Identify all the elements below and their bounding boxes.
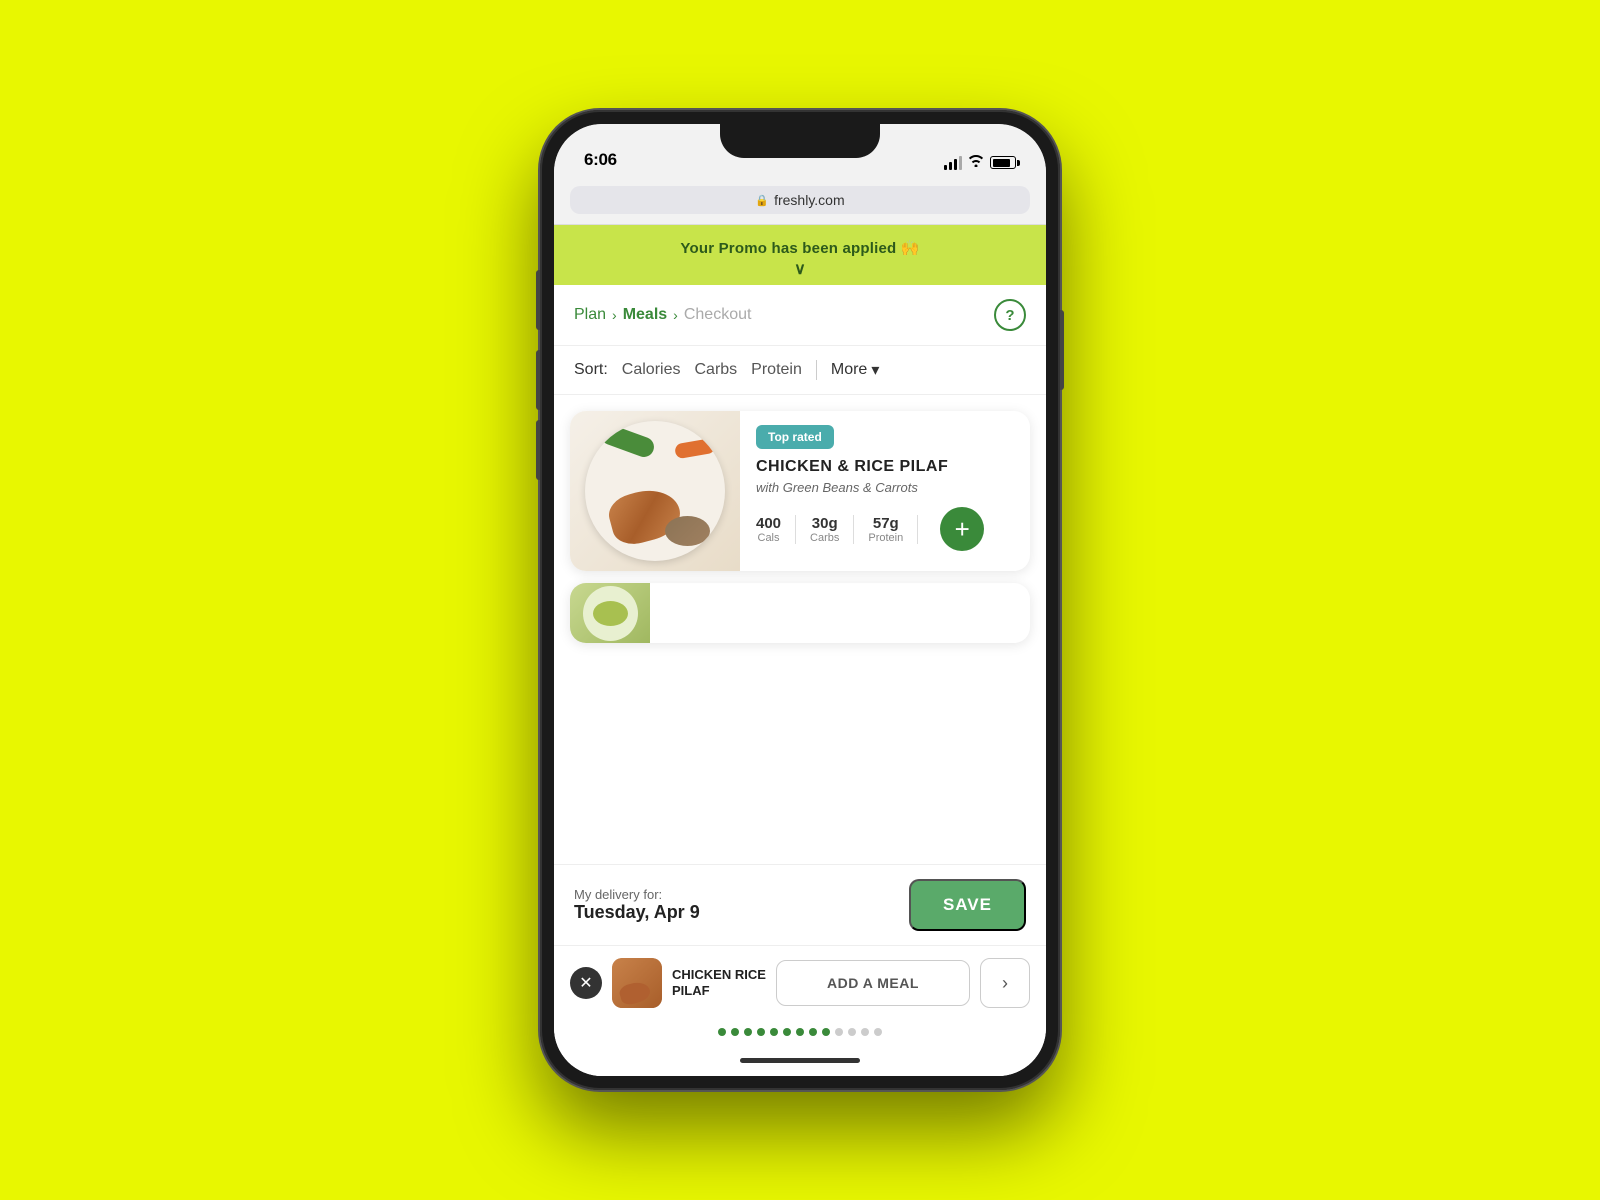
protein-label: Protein [868,532,903,544]
add-meal-button[interactable]: + [940,507,984,551]
browser-bar: 🔒 freshly.com [554,178,1046,225]
partial-meal-image [570,583,650,643]
dots-indicator [554,1020,1046,1048]
breadcrumb: Plan › Meals › Checkout ? [554,285,1046,346]
sort-bar: Sort: Calories Carbs Protein More ▾ [554,346,1046,395]
dot-13 [874,1028,882,1036]
breadcrumb-checkout[interactable]: Checkout [684,306,752,324]
meal-stats: 400 Cals 30g Carbs 57g P [756,507,1016,551]
battery-icon [990,156,1016,169]
cart-bar: ✕ CHICKEN RICEPILAF ADD A MEAL › [554,945,1046,1020]
stat-calories: 400 Cals [756,515,796,544]
meal-name: CHICKEN & RICE PILAF [756,457,1016,476]
meal-image [570,411,740,571]
stat-carbs: 30g Carbs [810,515,854,544]
dot-6 [783,1028,791,1036]
sort-divider [816,360,817,380]
sort-more-button[interactable]: More ▾ [831,360,879,380]
screen-content: 6:06 [554,124,1046,1076]
status-icons [944,155,1016,170]
sort-option-carbs[interactable]: Carbs [694,361,737,379]
dot-12 [861,1028,869,1036]
carbs-value: 30g [812,515,838,532]
promo-banner[interactable]: Your Promo has been applied 🙌 ∨ [554,225,1046,285]
wifi-icon [968,155,984,170]
dot-7 [796,1028,804,1036]
breadcrumb-meals[interactable]: Meals [623,306,667,324]
sort-more-label: More [831,361,867,379]
delivery-info: My delivery for: Tuesday, Apr 9 [574,887,700,923]
carrots-food [674,438,716,460]
save-button[interactable]: SAVE [909,879,1026,931]
plate [585,421,725,561]
help-button[interactable]: ? [994,299,1026,331]
dot-4 [757,1028,765,1036]
add-a-meal-button[interactable]: ADD A MEAL [776,960,970,1006]
dot-2 [731,1028,739,1036]
promo-text: Your Promo has been applied 🙌 [570,239,1030,257]
phone-device: 6:06 [540,110,1060,1090]
sort-label: Sort: [574,361,608,379]
breadcrumb-sep-2: › [673,307,678,323]
cart-item-thumbnail [612,958,662,1008]
dot-5 [770,1028,778,1036]
cart-item-name: CHICKEN RICEPILAF [672,967,766,998]
phone-screen: 6:06 [554,124,1046,1076]
signal-icon [944,156,962,170]
dot-10 [835,1028,843,1036]
delivery-bar: My delivery for: Tuesday, Apr 9 SAVE [554,864,1046,945]
calories-value: 400 [756,515,781,532]
app-content: Your Promo has been applied 🙌 ∨ Plan › M… [554,225,1046,1076]
lock-icon: 🔒 [755,194,769,207]
greenbeans-food [598,422,657,460]
delivery-date: Tuesday, Apr 9 [574,902,700,923]
breadcrumb-plan[interactable]: Plan [574,306,606,324]
stat-protein: 57g Protein [868,515,918,544]
url-text: freshly.com [774,192,845,208]
status-time: 6:06 [584,150,617,170]
dot-11 [848,1028,856,1036]
delivery-label: My delivery for: [574,887,700,902]
dot-8 [809,1028,817,1036]
meal-info: Top rated CHICKEN & RICE PILAF with Gree… [740,411,1030,571]
rice-food [665,516,710,546]
meal-list: Top rated CHICKEN & RICE PILAF with Gree… [554,395,1046,864]
sort-more-chevron-icon: ▾ [871,360,879,380]
breadcrumb-sep-1: › [612,307,617,323]
breadcrumb-nav: Plan › Meals › Checkout [574,306,751,324]
protein-value: 57g [873,515,899,532]
cart-arrow-button[interactable]: › [980,958,1030,1008]
phone-notch [720,124,880,158]
top-rated-badge: Top rated [756,425,834,449]
url-bar[interactable]: 🔒 freshly.com [570,186,1030,214]
dot-1 [718,1028,726,1036]
cart-item-info: CHICKEN RICEPILAF [672,967,766,998]
promo-chevron-icon: ∨ [570,259,1030,279]
calories-label: Cals [758,532,780,544]
food-plate [570,411,740,571]
home-bar [740,1058,860,1063]
home-indicator [554,1048,1046,1076]
phone-frame: 6:06 [540,110,1060,1090]
sort-option-calories[interactable]: Calories [622,361,681,379]
meal-card[interactable]: Top rated CHICKEN & RICE PILAF with Gree… [570,411,1030,571]
meal-card-partial[interactable] [570,583,1030,643]
carbs-label: Carbs [810,532,839,544]
dot-9 [822,1028,830,1036]
cart-close-button[interactable]: ✕ [570,967,602,999]
dot-3 [744,1028,752,1036]
meal-subtitle: with Green Beans & Carrots [756,480,1016,497]
sort-option-protein[interactable]: Protein [751,361,802,379]
